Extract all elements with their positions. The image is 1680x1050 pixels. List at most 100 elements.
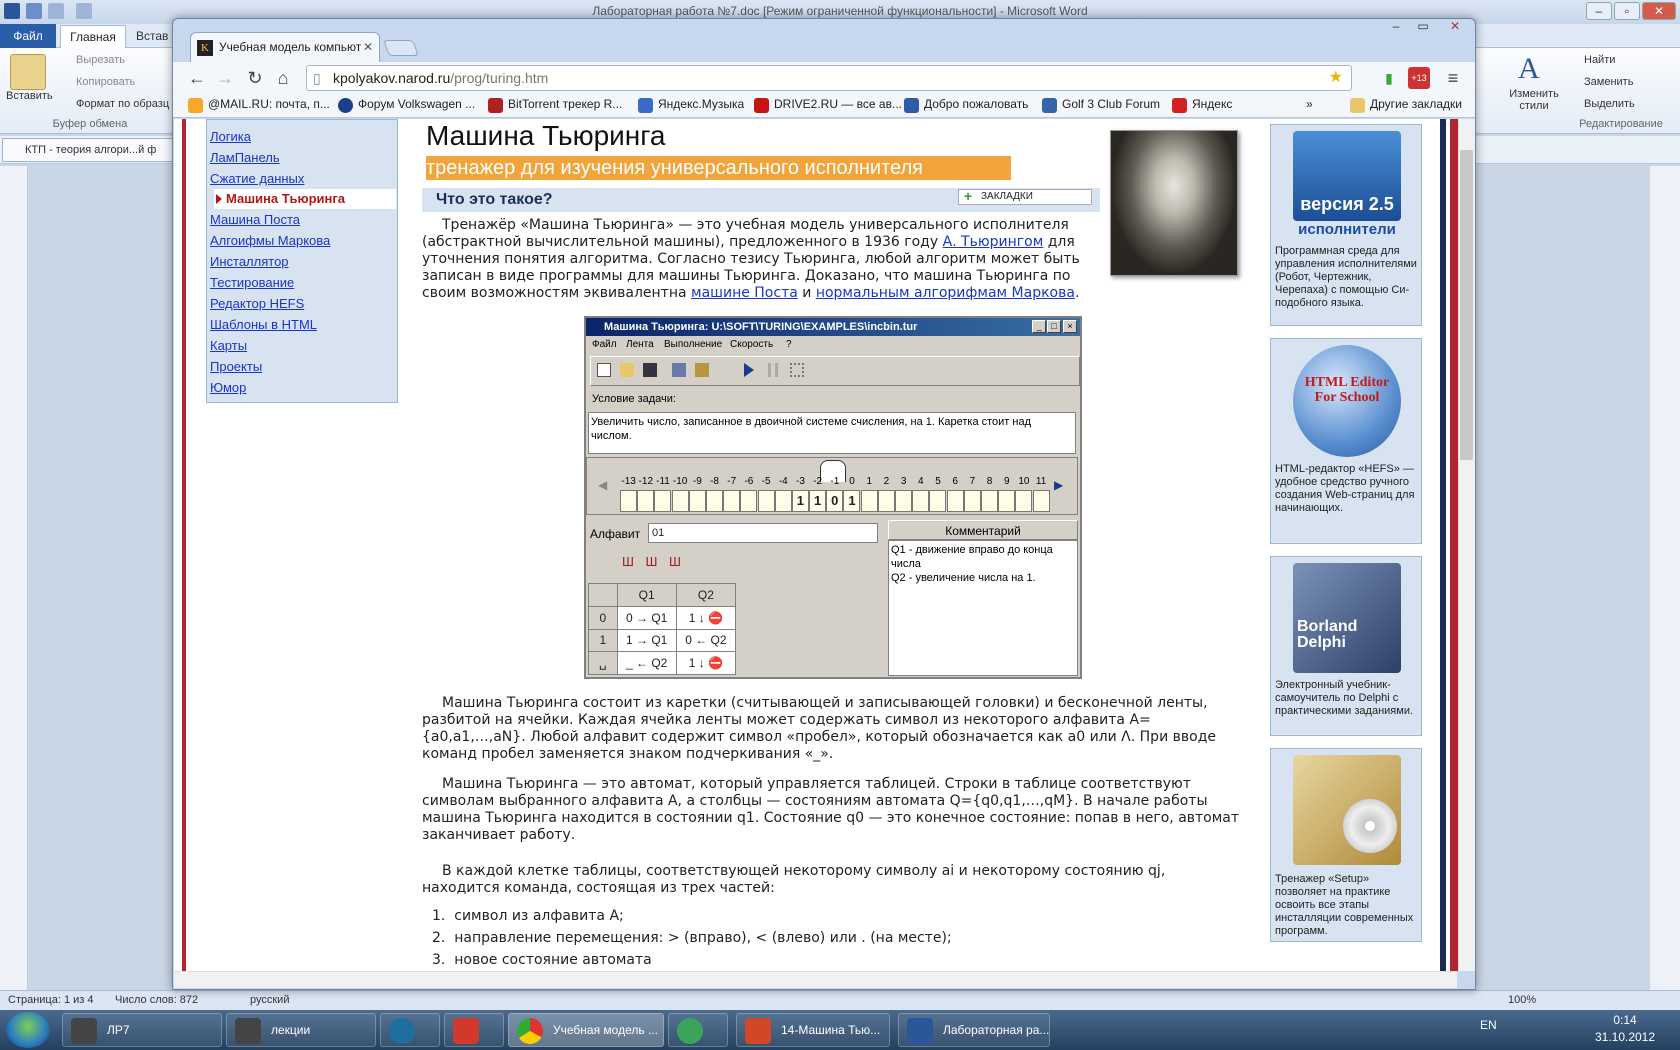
taskbar-item-app[interactable] — [444, 1013, 504, 1047]
word-restore-button[interactable]: ▫ — [1614, 2, 1640, 20]
new-tab-button[interactable] — [383, 40, 419, 56]
table-corner — [588, 583, 618, 607]
promo-text: Тренажер «Setup» позволяет на практике о… — [1275, 873, 1414, 937]
word-window-title: Лабораторная работа №7.doc [Режим ограни… — [592, 4, 1088, 18]
taskbar-item-powerpoint[interactable]: 14-Машина Тью... — [736, 1013, 890, 1047]
table-col-header: Q1 — [616, 583, 677, 607]
cut-button[interactable]: Вырезать — [76, 54, 125, 66]
taskbar-item-media[interactable] — [380, 1013, 440, 1047]
taskbar-item-network[interactable] — [668, 1013, 728, 1047]
word-icon — [907, 1018, 933, 1044]
menu-item-lampanel[interactable]: ЛамПанель — [210, 150, 280, 165]
find-button[interactable]: Найти — [1584, 54, 1615, 66]
address-bar[interactable]: ▯ kpolyakov.narod.ru/prog/turing.htm ★ — [306, 65, 1352, 91]
tape-cell: 1 — [791, 490, 809, 512]
paste-icon[interactable] — [10, 54, 46, 90]
bookmark-item[interactable]: BitTorrent трекер R... — [488, 97, 622, 113]
clipboard-group-label: Буфер обмена — [52, 118, 128, 130]
tape-index: 8 — [986, 476, 993, 487]
paste-button[interactable]: Вставить — [6, 90, 53, 102]
menu-item-installer[interactable]: Инсталлятор — [210, 254, 289, 269]
bookmark-label: Добро пожаловать — [924, 97, 1029, 111]
table-icon — [695, 363, 709, 377]
extension-badge[interactable]: +13 — [1408, 67, 1430, 89]
page-title: Машина Тьюринга — [426, 120, 666, 151]
signal-icon[interactable]: ▮ — [1378, 67, 1400, 89]
clock[interactable]: 0:14 31.10.2012 — [1585, 1012, 1665, 1046]
clock-time: 0:14 — [1613, 1013, 1637, 1027]
post-machine-link[interactable]: машине Поста — [691, 285, 798, 301]
app-minimize-button: _ — [1032, 320, 1046, 333]
word-close-button[interactable]: ✕ — [1642, 2, 1676, 20]
run-icon — [744, 363, 754, 377]
taskbar-item-word[interactable]: Лабораторная ра... — [898, 1013, 1050, 1047]
status-page[interactable]: Страница: 1 из 4 — [8, 994, 94, 1006]
promo-executors[interactable]: версия 2.5 исполнители Программная среда… — [1270, 124, 1422, 326]
horizontal-scrollbar[interactable] — [174, 971, 1457, 988]
home-icon[interactable]: ⌂ — [272, 67, 294, 89]
replace-button[interactable]: Заменить — [1584, 76, 1633, 88]
menu-item-maps[interactable]: Карты — [210, 338, 247, 353]
menu-item-projects[interactable]: Проекты — [210, 359, 262, 374]
taskbar-item-lectures[interactable]: лекции — [226, 1013, 376, 1047]
bookmark-item[interactable]: Форум Volkswagen ... — [338, 97, 475, 113]
menu-item-turing[interactable]: Машина Тьюринга — [214, 189, 396, 209]
copy-button[interactable]: Копировать — [76, 76, 135, 88]
menu-item-templates[interactable]: Шаблоны в HTML — [210, 317, 317, 332]
bookmark-item[interactable]: DRIVE2.RU — все ав... — [754, 97, 902, 113]
chrome-minimize-button[interactable]: – — [1383, 18, 1409, 36]
bookmark-item[interactable]: Яндекс — [1172, 97, 1232, 113]
word-minimize-button[interactable]: – — [1586, 2, 1612, 20]
word-scrollbar[interactable] — [1650, 166, 1680, 998]
document-tab[interactable]: КТП - теория алгори...й ф — [2, 138, 182, 162]
reload-icon[interactable]: ↻ — [244, 67, 266, 89]
taskbar-item-chrome[interactable]: Учебная модель ... — [508, 1013, 664, 1047]
status-language[interactable]: русский — [250, 994, 289, 1006]
setup-logo — [1293, 755, 1401, 865]
bookmark-item[interactable]: Добро пожаловать — [904, 97, 1029, 113]
tape-cell — [877, 490, 895, 512]
select-button[interactable]: Выделить — [1584, 98, 1635, 110]
star-icon[interactable]: ★ — [1329, 66, 1343, 90]
other-bookmarks[interactable]: Другие закладки — [1350, 97, 1462, 113]
save-file-icon — [643, 363, 657, 377]
bookmark-item[interactable]: Golf 3 Club Forum — [1042, 97, 1160, 113]
bookmarks-more-button[interactable]: » — [1306, 97, 1313, 111]
styles-icon[interactable]: A — [1518, 52, 1548, 85]
tape-left-arrow-icon: ◀ — [598, 478, 608, 492]
bookmarks-button[interactable]: ЗАКЛАДКИ — [958, 189, 1092, 205]
taskbar-item-lr7[interactable]: ЛР7 — [62, 1013, 222, 1047]
browser-tab[interactable]: K Учебная модель компьют ✕ — [190, 32, 380, 62]
menu-item-humor[interactable]: Юмор — [210, 380, 246, 395]
status-words[interactable]: Число слов: 872 — [115, 994, 198, 1006]
format-painter-button[interactable]: Формат по образц — [76, 98, 169, 110]
back-icon[interactable]: ← — [186, 67, 208, 89]
promo-hefs[interactable]: HTML Editor For School HTML-редактор «HE… — [1270, 338, 1422, 544]
bookmark-item[interactable]: Яндекс.Музыка — [638, 97, 744, 113]
promo-setup[interactable]: Тренажер «Setup» позволяет на практике о… — [1270, 748, 1422, 942]
tape-right-arrow-icon: ▶ — [1054, 478, 1064, 492]
change-styles-button[interactable]: Изменить стили — [1504, 88, 1564, 112]
tab-home[interactable]: Главная — [60, 25, 126, 49]
scrollbar-thumb[interactable] — [1460, 150, 1473, 460]
promo-delphi[interactable]: Borland Delphi Электронный учебник-самоу… — [1270, 556, 1422, 736]
menu-item-hefs[interactable]: Редактор HEFS — [210, 296, 304, 311]
chrome-close-button[interactable]: ✕ — [1440, 18, 1470, 36]
menu-icon[interactable]: ≡ — [1442, 67, 1464, 89]
bookmark-item[interactable]: @MAIL.RU: почта, п... — [188, 97, 330, 113]
tab-file[interactable]: Файл — [0, 24, 56, 48]
start-button[interactable] — [6, 1012, 50, 1048]
menu-item-testing[interactable]: Тестирование — [210, 275, 294, 290]
chrome-maximize-button[interactable]: ▭ — [1410, 18, 1436, 36]
turing-link[interactable]: А. Тьюрингом — [943, 234, 1044, 250]
menu-item-compression[interactable]: Сжатие данных — [210, 171, 304, 186]
markov-link[interactable]: нормальным алгорифмам Маркова — [816, 285, 1075, 301]
page-icon: ▯ — [313, 70, 321, 86]
language-indicator[interactable]: EN — [1480, 1018, 1497, 1032]
tab-close-icon[interactable]: ✕ — [363, 33, 373, 61]
status-zoom[interactable]: 100% — [1508, 994, 1536, 1006]
forward-icon[interactable]: → — [214, 67, 236, 89]
menu-item-logic[interactable]: Логика — [210, 129, 251, 144]
menu-item-post[interactable]: Машина Поста — [210, 212, 300, 227]
menu-item-markov[interactable]: Алгоифмы Маркова — [210, 233, 330, 248]
